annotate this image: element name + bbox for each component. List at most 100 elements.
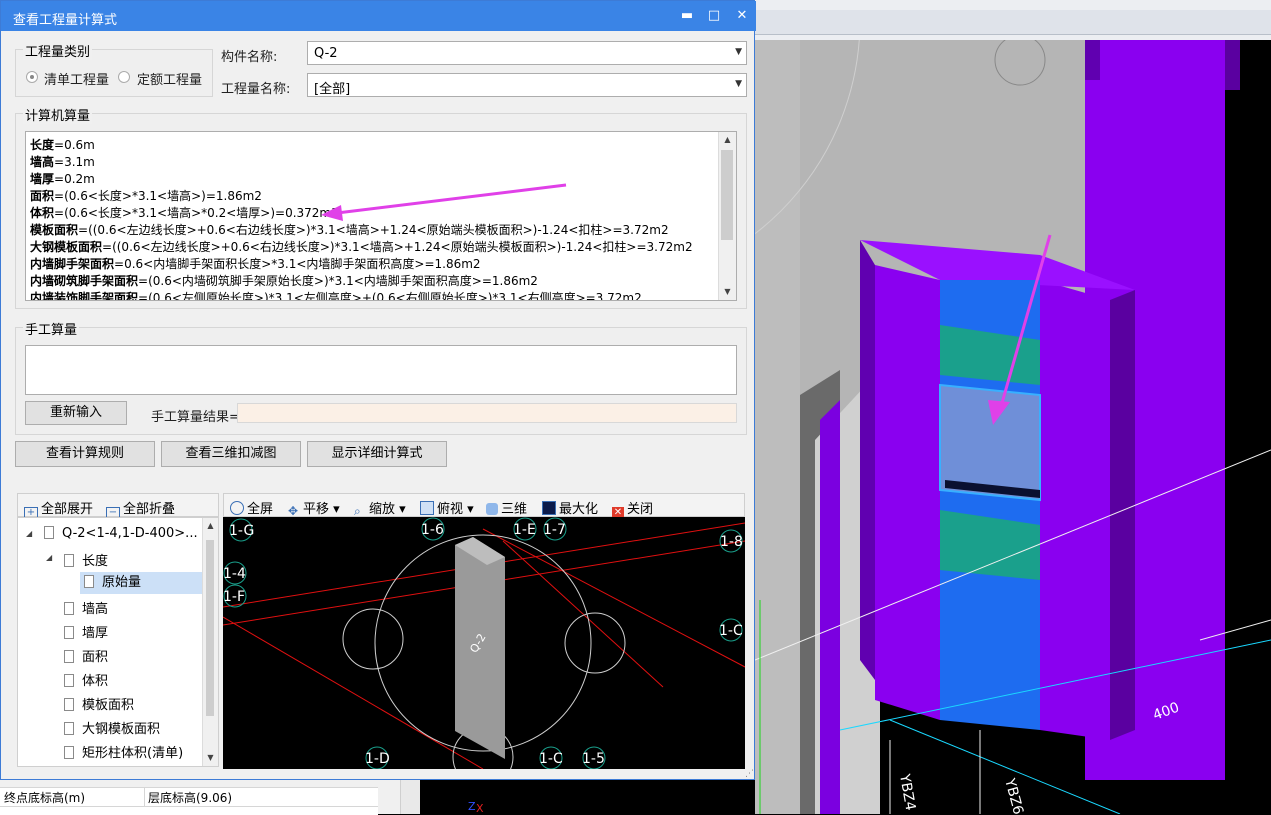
svg-text:X: X	[476, 802, 484, 814]
axis-bubble: 1-C	[719, 623, 743, 639]
document-icon	[64, 746, 74, 759]
tree-item[interactable]: 墙厚	[64, 622, 108, 641]
scroll-thumb[interactable]	[206, 540, 214, 716]
fullscreen-icon	[230, 501, 244, 515]
tree-root[interactable]: Q-2<1-4,1-D-400>...	[44, 526, 198, 541]
calc-line: 面积=(0.6<长度>*3.1<墙高>)=1.86m2	[30, 189, 262, 203]
view-toolbar: 全屏 ✥ 平移 ▾ ⌕ 缩放 ▾ 俯视 ▾ 三维 最大化 ✕ 关闭	[223, 493, 745, 519]
plan-view-canvas[interactable]: Q-2 1-G 1-6 1-E 1-7 1-8 1-4 1-F 1-C 1-D	[223, 517, 745, 769]
radio-bill-quantity-label[interactable]: 清单工程量	[44, 69, 109, 88]
calc-line: 体积=(0.6<长度>*3.1<墙高>*0.2<墙厚>)=0.372m3	[30, 206, 339, 220]
top-view-button[interactable]: 俯视 ▾	[420, 498, 474, 517]
dialog-title: 查看工程量计算式	[13, 13, 118, 28]
zoom-button[interactable]: ⌕ 缩放 ▾	[354, 498, 406, 517]
manual-result-field[interactable]	[237, 403, 737, 423]
collapse-triangle-icon[interactable]: ◢	[46, 553, 52, 562]
radio-bill-quantity[interactable]	[26, 71, 38, 83]
close-button[interactable]: ✕	[733, 7, 751, 25]
radio-quota-quantity-label[interactable]: 定额工程量	[137, 69, 202, 88]
axis-bubble: 1-8	[720, 534, 743, 550]
maximize-button[interactable]: □	[705, 7, 723, 25]
scroll-down-icon[interactable]: ▼	[203, 750, 218, 766]
tree-item[interactable]: 长度	[64, 550, 108, 569]
calc-line: 大钢模板面积=((0.6<左边线长度>+0.6<右边线长度>)*3.1<墙高>+…	[30, 240, 693, 254]
tree-scrollbar[interactable]: ▲ ▼	[202, 518, 218, 766]
document-icon	[64, 650, 74, 663]
annotation-arrow	[321, 183, 567, 221]
document-icon	[84, 575, 94, 588]
view-3d-deduction-button[interactable]: 查看三维扣减图	[161, 441, 301, 467]
axis-bubble: 1-D	[365, 751, 390, 767]
tree-item[interactable]: 矩形柱体积(清单)	[64, 742, 183, 761]
tree-item[interactable]: 面积	[64, 646, 108, 665]
axis-bubble: 1-F	[223, 589, 245, 605]
manual-calc-input[interactable]	[25, 345, 737, 395]
axis-bubble: 1-5	[582, 751, 605, 767]
reinput-button[interactable]: 重新输入	[25, 401, 127, 425]
calc-formula-dialog: 查看工程量计算式 ▬ □ ✕ 工程量类别 清单工程量 定额工程量 构件名称: Q…	[0, 0, 756, 780]
axis-bubble: 1-7	[543, 522, 566, 538]
maximize-icon	[542, 501, 556, 515]
axis-bubble: 1-C	[539, 751, 563, 767]
tree-item-selected[interactable]: 原始量	[80, 572, 204, 594]
cube-icon	[486, 503, 498, 515]
computer-calc-title: 计算机算量	[23, 105, 93, 124]
chevron-down-icon: ▼	[735, 47, 742, 57]
component-name-label: 构件名称:	[221, 50, 278, 65]
top-view-icon	[420, 501, 434, 515]
axis-bubble: 1-G	[229, 523, 254, 539]
tree-item[interactable]: 大钢模板面积	[64, 718, 160, 737]
calc-line: 墙高=3.1m	[30, 155, 95, 169]
chevron-down-icon: ▼	[735, 79, 742, 89]
collapse-triangle-icon[interactable]: ◢	[26, 529, 32, 538]
3d-button[interactable]: 三维	[486, 498, 527, 517]
minimize-button[interactable]: ▬	[678, 7, 696, 25]
tree-toolbar: + 全部展开 − 全部折叠	[17, 493, 219, 521]
pan-button[interactable]: ✥ 平移 ▾	[288, 498, 340, 517]
axis-bubble: 1-4	[223, 566, 246, 582]
fullscreen-button[interactable]: 全屏	[230, 498, 273, 517]
property-value: 层底标高(9.06)	[148, 791, 233, 805]
document-icon	[64, 674, 74, 687]
document-icon	[64, 554, 74, 567]
document-icon	[44, 526, 54, 539]
axis-bubble: 1-6	[421, 522, 444, 538]
calc-line: 内墙砌筑脚手架面积=(0.6<内墙砌筑脚手架原始长度>)*3.1<内墙脚手架面积…	[30, 274, 538, 288]
magnifier-icon: ⌕	[354, 504, 361, 518]
axis-bubble: 1-E	[513, 522, 536, 538]
scroll-thumb[interactable]	[721, 150, 733, 240]
quantity-tree: ◢ Q-2<1-4,1-D-400>... ◢ 长度 原始量 墙高 墙厚 面积 …	[17, 517, 219, 767]
close-view-button[interactable]: ✕ 关闭	[612, 498, 653, 519]
scroll-up-icon[interactable]: ▲	[719, 132, 736, 148]
property-name: 终点底标高(m)	[4, 791, 86, 805]
show-detail-formula-button[interactable]: 显示详细计算式	[307, 441, 447, 467]
view-rules-button[interactable]: 查看计算规则	[15, 441, 155, 467]
manual-result-label: 手工算量结果=	[151, 410, 240, 425]
document-icon	[64, 602, 74, 615]
background-tabstrip	[755, 10, 1271, 35]
calc-line: 内墙装饰脚手架面积=(0.6<左侧原始长度>)*3.1<左侧高度>+(0.6<右…	[30, 291, 642, 301]
document-icon	[64, 626, 74, 639]
resize-grip-icon[interactable]: ⋰	[745, 769, 754, 779]
quantity-name-label: 工程量名称:	[221, 82, 291, 97]
background-property-row[interactable]: 终点底标高(m) 层底标高(9.06)	[0, 787, 378, 806]
scroll-up-icon[interactable]: ▲	[203, 518, 218, 534]
radio-quota-quantity[interactable]	[118, 71, 130, 83]
document-icon	[64, 722, 74, 735]
tree-item[interactable]: 体积	[64, 670, 108, 689]
quantity-name-select[interactable]: [全部] ▼	[307, 73, 747, 97]
calc-line: 内墙脚手架面积=0.6<内墙脚手架面积长度>*3.1<内墙脚手架面积高度>=1.…	[30, 257, 481, 271]
plan-view-drawing: Q-2 1-G 1-6 1-E 1-7 1-8 1-4 1-F 1-C 1-D	[223, 517, 745, 769]
component-name-select[interactable]: Q-2 ▼	[307, 41, 747, 65]
document-icon	[64, 698, 74, 711]
dialog-titlebar[interactable]: 查看工程量计算式 ▬ □ ✕	[1, 1, 756, 31]
tree-item[interactable]: 墙高	[64, 598, 108, 617]
maximize-view-button[interactable]: 最大化	[542, 498, 598, 517]
tree-item[interactable]: 模板面积	[64, 694, 134, 713]
calc-line: 长度=0.6m	[30, 138, 95, 152]
scroll-down-icon[interactable]: ▼	[719, 284, 736, 300]
calc-scrollbar[interactable]: ▲ ▼	[718, 132, 736, 300]
calc-line: 墙厚=0.2m	[30, 172, 95, 186]
svg-text:Z: Z	[468, 800, 476, 813]
move-icon: ✥	[288, 504, 299, 518]
